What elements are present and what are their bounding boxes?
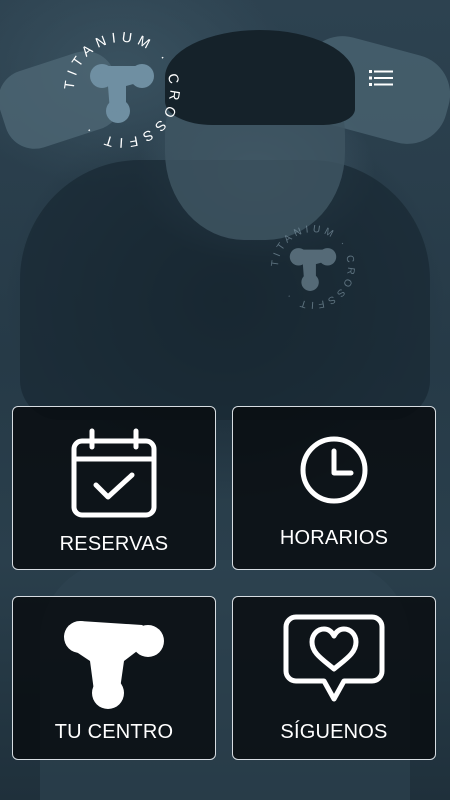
siguenos-tile[interactable]: SÍGUENOS (232, 596, 436, 760)
list-icon (369, 70, 393, 86)
siguenos-label: SÍGUENOS (280, 721, 388, 743)
hero-hair (165, 30, 355, 125)
brand-mark (90, 64, 154, 123)
tu-centro-label: TU CENTRO (54, 721, 174, 743)
reservas-label: RESERVAS (59, 533, 169, 555)
chest-logo: TITANIUM · CROSSFIT · (270, 224, 353, 310)
brand-logo: TITANIUM · CROSSFIT · (61, 29, 179, 152)
horarios-label: HORARIOS (279, 527, 389, 549)
reservas-tile[interactable]: RESERVAS (12, 406, 216, 570)
clock-icon (300, 436, 368, 504)
horarios-tile[interactable]: HORARIOS (232, 406, 436, 570)
heart-chat-icon (283, 614, 385, 702)
titanium-logo-icon (64, 621, 164, 709)
calendar-check-icon (71, 428, 157, 518)
tu-centro-tile[interactable]: TU CENTRO (12, 596, 216, 760)
menu-button[interactable] (366, 66, 396, 90)
